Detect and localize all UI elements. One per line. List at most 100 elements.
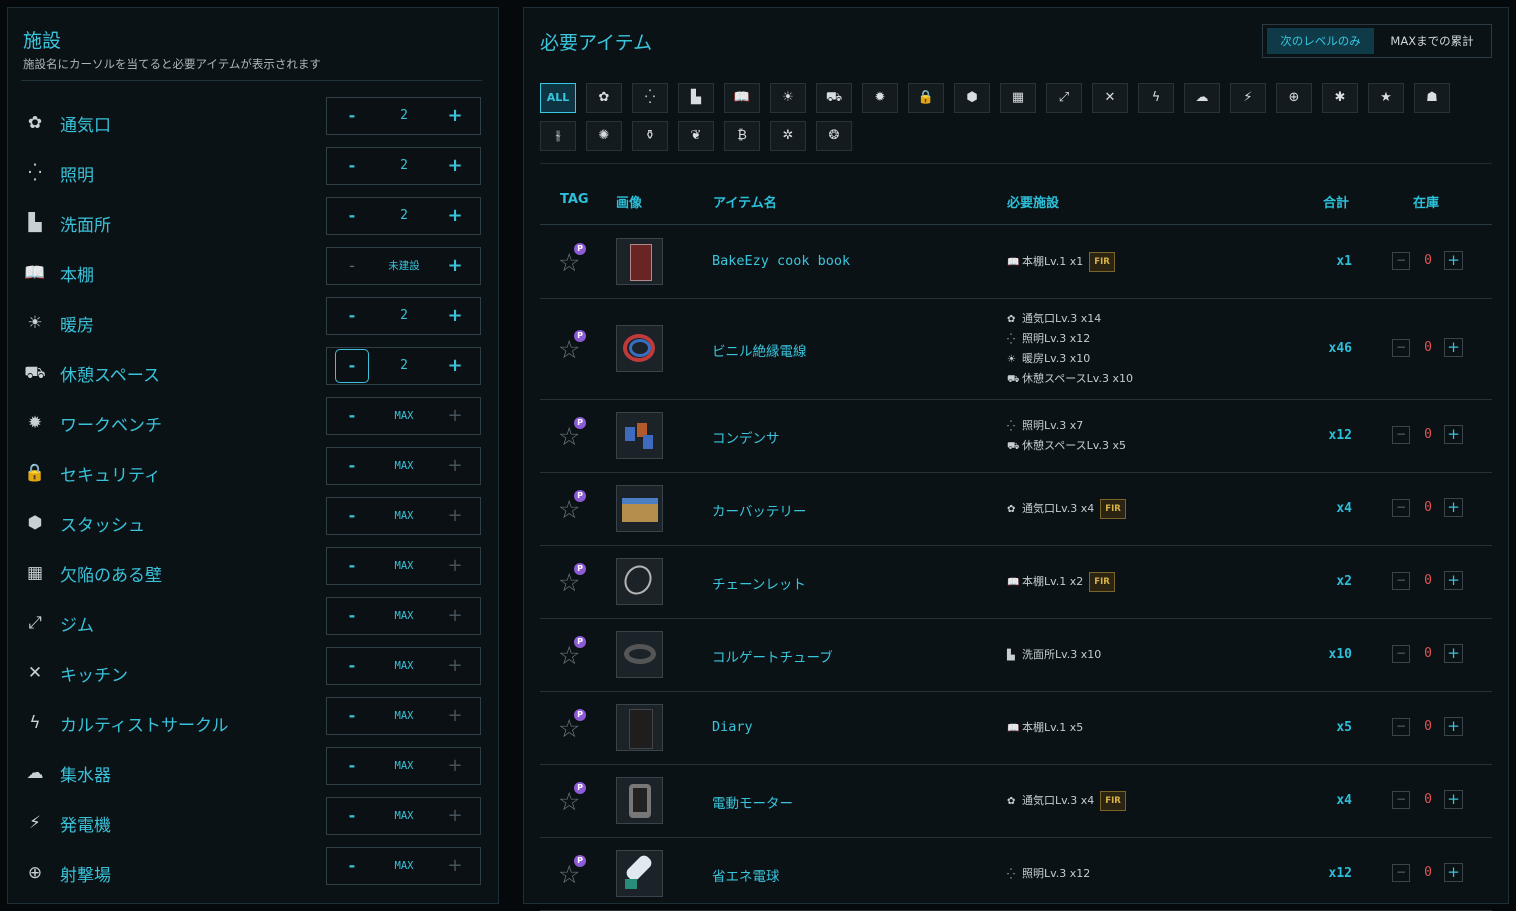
stock-decrease-button[interactable]: − (1392, 571, 1410, 590)
vents-filter-icon[interactable]: ✿ (586, 83, 622, 113)
stock-decrease-button[interactable]: − (1392, 251, 1410, 270)
facility-name[interactable]: ジム (60, 611, 94, 636)
nutrition-filter-icon[interactable]: ✺ (586, 121, 622, 151)
facility-name[interactable]: 休憩スペース (60, 361, 160, 386)
gym-filter-icon[interactable]: ⤢ (1046, 83, 1082, 113)
stash-filter-icon[interactable]: ⬢ (954, 83, 990, 113)
facility-name[interactable]: ワークベンチ (60, 411, 162, 436)
increase-level-button[interactable]: + (430, 698, 480, 734)
scav-case-filter-icon[interactable]: ❦ (678, 121, 714, 151)
stock-decrease-button[interactable]: − (1392, 717, 1410, 736)
kitchen-filter-icon[interactable]: ✕ (1092, 83, 1128, 113)
stock-decrease-button[interactable]: − (1392, 425, 1410, 444)
medstation-filter-icon[interactable]: ⫳ (540, 121, 576, 151)
stock-increase-button[interactable]: + (1444, 250, 1463, 270)
facility-name[interactable]: 欠陥のある壁 (60, 561, 162, 586)
increase-level-button[interactable]: + (430, 198, 480, 234)
increase-level-button[interactable]: + (430, 748, 480, 784)
increase-level-button[interactable]: + (430, 598, 480, 634)
restroom-filter-icon[interactable]: ▙ (678, 83, 714, 113)
stock-decrease-button[interactable]: − (1392, 863, 1410, 882)
security-filter-icon[interactable]: 🔒 (908, 83, 944, 113)
facility-name[interactable]: カルティストサークル (60, 711, 228, 736)
decrease-level-button[interactable]: - (335, 349, 369, 383)
decrease-level-button[interactable]: - (327, 398, 377, 434)
air-filtering-filter-icon[interactable]: ✱ (1322, 83, 1358, 113)
facility-name[interactable]: 暖房 (60, 311, 94, 336)
stock-increase-button[interactable]: + (1444, 862, 1463, 882)
decrease-level-button[interactable]: - (327, 798, 377, 834)
header-required-facility[interactable]: 必要施設 (1007, 192, 1059, 211)
rest-space-filter-icon[interactable]: ⛟ (816, 83, 852, 113)
cultist-circle-filter-icon[interactable]: ϟ (1138, 83, 1174, 113)
solar-power-filter-icon[interactable]: ✲ (770, 121, 806, 151)
item-name[interactable]: Diary (712, 719, 753, 735)
increase-level-button[interactable]: + (430, 398, 480, 434)
decrease-level-button[interactable]: - (327, 598, 377, 634)
stock-decrease-button[interactable]: − (1392, 498, 1410, 517)
item-name[interactable]: 省エネ電球 (712, 865, 780, 885)
facility-name[interactable]: セキュリティ (60, 461, 161, 486)
stock-increase-button[interactable]: + (1444, 424, 1463, 444)
decrease-level-button[interactable]: - (327, 148, 377, 184)
hall-of-fame-filter-icon[interactable]: ★ (1368, 83, 1404, 113)
item-name[interactable]: ビニル絶縁電線 (712, 340, 807, 360)
facility-name[interactable]: 通気口 (60, 111, 111, 136)
decrease-level-button[interactable]: - (327, 98, 377, 134)
decrease-level-button[interactable]: - (327, 198, 377, 234)
all-filter[interactable]: ALL (540, 83, 576, 113)
increase-level-button[interactable]: + (430, 248, 480, 284)
item-name[interactable]: コンデンサ (712, 427, 780, 447)
facility-name[interactable]: 洗面所 (60, 211, 111, 236)
increase-level-button[interactable]: + (430, 148, 480, 184)
library-filter-icon[interactable]: 📖 (724, 83, 760, 113)
stock-increase-button[interactable]: + (1444, 643, 1463, 663)
facility-name[interactable]: スタッシュ (60, 511, 145, 536)
increase-level-button[interactable]: + (430, 348, 480, 384)
defective-wall-filter-icon[interactable]: ▦ (1000, 83, 1036, 113)
facility-name[interactable]: 発電機 (60, 811, 111, 836)
header-item-name[interactable]: アイテム名 (713, 192, 777, 211)
stock-decrease-button[interactable]: − (1392, 644, 1410, 663)
weapon-rack-filter-icon[interactable]: ❂ (816, 121, 852, 151)
water-collector-filter-icon[interactable]: ☁ (1184, 83, 1220, 113)
facility-name[interactable]: 射撃場 (60, 861, 111, 886)
booze-generator-filter-icon[interactable]: ⚱ (632, 121, 668, 151)
decrease-level-button[interactable]: - (327, 298, 377, 334)
stock-increase-button[interactable]: + (1444, 497, 1463, 517)
decrease-level-button[interactable]: - (327, 448, 377, 484)
heating-filter-icon[interactable]: ☀ (770, 83, 806, 113)
decrease-level-button[interactable]: - (327, 498, 377, 534)
workbench-filter-icon[interactable]: ✹ (862, 83, 898, 113)
illumination-filter-icon[interactable]: ⁛ (632, 83, 668, 113)
stock-decrease-button[interactable]: − (1392, 790, 1410, 809)
decrease-level-button[interactable]: - (327, 548, 377, 584)
facility-name[interactable]: 本棚 (60, 261, 94, 286)
header-total[interactable]: 合計 (1323, 192, 1349, 211)
decrease-level-button[interactable]: - (327, 848, 377, 884)
increase-level-button[interactable]: + (430, 848, 480, 884)
stock-increase-button[interactable]: + (1444, 716, 1463, 736)
item-name[interactable]: コルゲートチューブ (712, 646, 833, 666)
intelligence-filter-icon[interactable]: ☗ (1414, 83, 1450, 113)
stock-increase-button[interactable]: + (1444, 337, 1463, 357)
generator-filter-icon[interactable]: ⚡ (1230, 83, 1266, 113)
item-name[interactable]: カーバッテリー (712, 500, 806, 520)
decrease-level-button[interactable]: - (327, 648, 377, 684)
decrease-level-button[interactable]: - (327, 698, 377, 734)
bitcoin-farm-filter-icon[interactable]: ₿ (724, 121, 760, 151)
increase-level-button[interactable]: + (430, 548, 480, 584)
facility-name[interactable]: キッチン (60, 661, 128, 686)
facility-name[interactable]: 照明 (60, 161, 94, 186)
increase-level-button[interactable]: + (430, 798, 480, 834)
increase-level-button[interactable]: + (430, 298, 480, 334)
stock-decrease-button[interactable]: − (1392, 338, 1410, 357)
header-stock[interactable]: 在庫 (1413, 192, 1439, 211)
increase-level-button[interactable]: + (430, 648, 480, 684)
mode-next-level-button[interactable]: 次のレベルのみ (1267, 28, 1374, 54)
item-name[interactable]: 電動モーター (712, 792, 793, 812)
item-name[interactable]: BakeEzy cook book (712, 253, 850, 269)
stock-increase-button[interactable]: + (1444, 570, 1463, 590)
increase-level-button[interactable]: + (430, 98, 480, 134)
stock-increase-button[interactable]: + (1444, 789, 1463, 809)
